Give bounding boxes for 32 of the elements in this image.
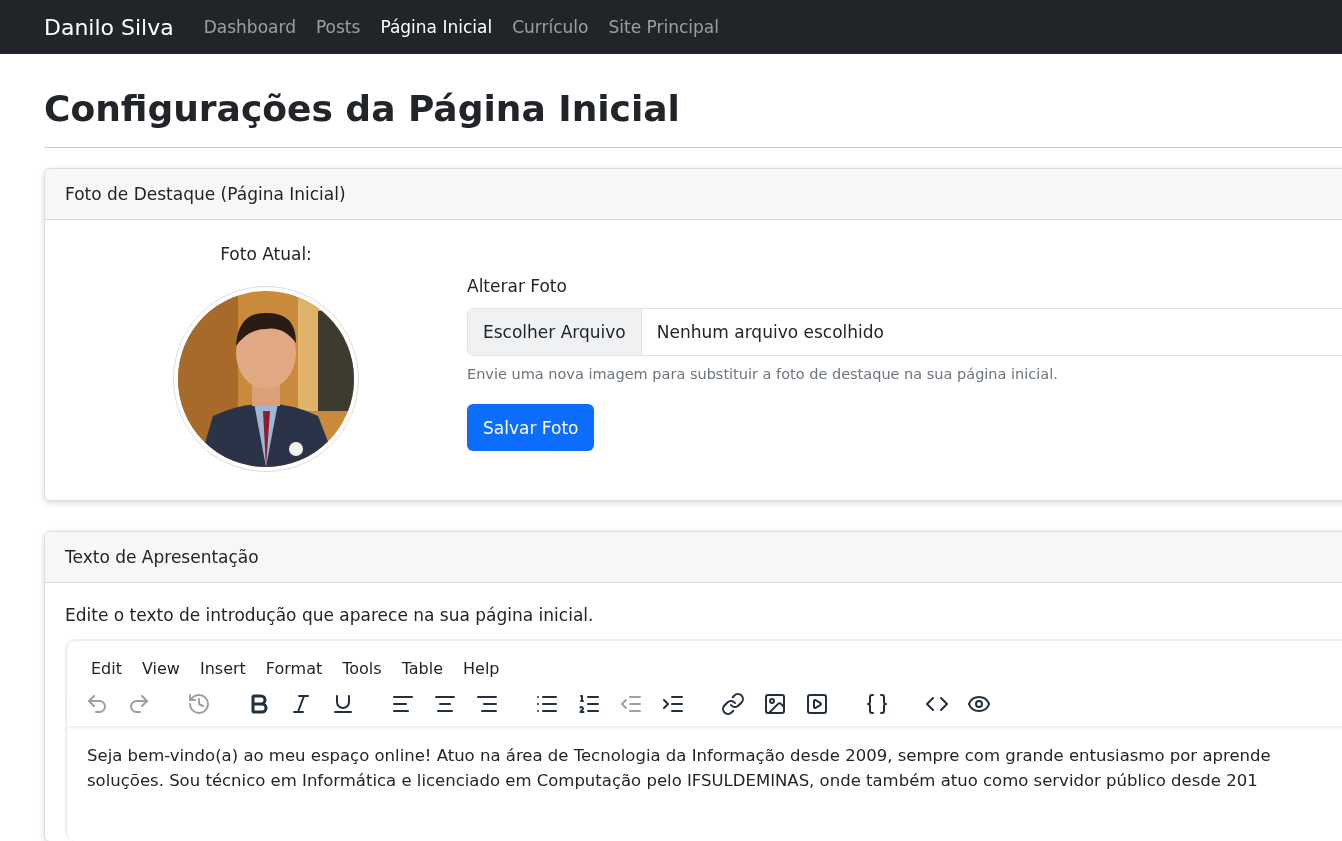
nav-link[interactable]: Página Inicial: [380, 17, 493, 37]
card-header: Foto de Destaque (Página Inicial): [45, 169, 1342, 220]
play-icon[interactable]: [805, 692, 829, 716]
nav-link[interactable]: Site Principal: [608, 17, 719, 37]
current-photo-label: Foto Atual:: [220, 244, 312, 264]
menu-item[interactable]: Edit: [83, 655, 130, 682]
numbered-list-icon[interactable]: [577, 692, 601, 716]
page-title: Configurações da Página Inicial: [44, 88, 1342, 148]
save-photo-button[interactable]: Salvar Foto: [467, 404, 595, 451]
menu-item[interactable]: Table: [393, 655, 452, 682]
menu-item[interactable]: Insert: [191, 655, 254, 682]
brand[interactable]: Danilo Silva: [44, 14, 174, 40]
underline-icon[interactable]: [331, 692, 355, 716]
menu-item[interactable]: Help: [455, 655, 508, 682]
menu-item[interactable]: View: [134, 655, 188, 682]
editor-text-line: Seja bem-vindo(a) ao meu espaço online! Atuo na área de Tecnologia da Informação desde 2009, sempre com grande entusiasmo por aprende: [87, 746, 1272, 765]
choose-file-button[interactable]: Escolher Arquivo: [468, 309, 642, 355]
card-header: Texto de Apresentação: [45, 532, 1342, 583]
editor-text-line: soluções. Sou técnico em Informática e licenciado em Computação pelo IFSULDEMINAS, onde também atuo como servidor público desde 201: [87, 771, 1259, 790]
file-input[interactable]: Escolher Arquivo Nenhum arquivo escolhido: [467, 308, 1342, 356]
menu-item[interactable]: Tools: [334, 655, 390, 682]
nav-link[interactable]: Currículo: [512, 17, 589, 37]
change-photo-label: Alterar Foto: [467, 276, 567, 296]
menu-item[interactable]: Format: [257, 655, 331, 682]
help-text: Envie uma nova imagem para substituir a foto de destaque na sua página inicial.: [467, 366, 1058, 382]
file-status: Nenhum arquivo escolhido: [655, 321, 884, 344]
nav-link[interactable]: Posts: [315, 17, 361, 37]
nav-link[interactable]: Dashboard: [203, 17, 296, 37]
braces-icon[interactable]: [865, 692, 889, 716]
intro-text: Edite o texto de introdução que aparece na sua página inicial.: [65, 605, 595, 625]
image-icon[interactable]: [763, 692, 787, 716]
link-icon[interactable]: [721, 692, 745, 716]
